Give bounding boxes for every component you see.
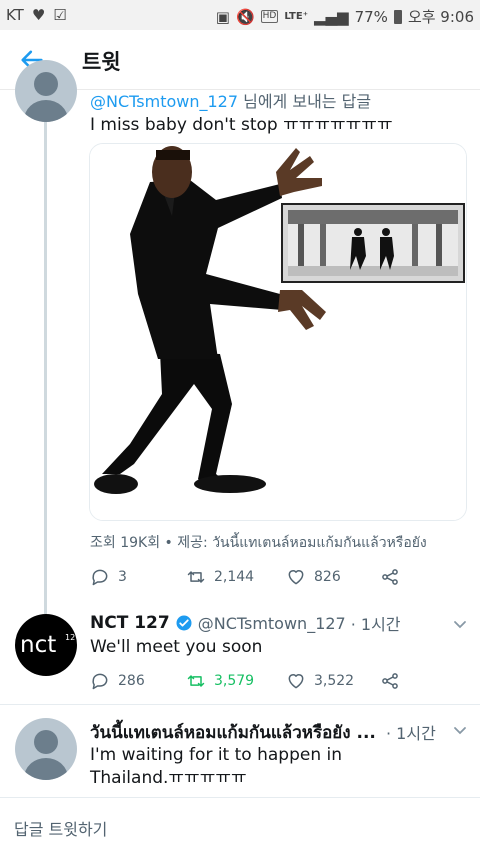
reply-to-suffix: 님에게 보내는 답글 <box>238 92 372 111</box>
verified-icon <box>176 615 192 631</box>
chevron-down-icon[interactable] <box>452 722 468 738</box>
battery-percent: 77% <box>354 7 388 26</box>
clock: 오후 9:06 <box>407 8 474 26</box>
page-title: 트윗 <box>82 50 121 74</box>
share-icon <box>382 673 398 689</box>
signal-icon: ▂▄▆ <box>313 7 349 26</box>
reply-button[interactable]: 286 <box>90 671 186 691</box>
tweet-header: NCT 127 @NCTsmtown_127 · 1시간 <box>90 611 401 635</box>
view-count-line: 조회 19K회 • 제공: วันนี้แทเตนล์หอมแก้มกันแล้… <box>90 535 427 551</box>
author-name[interactable]: NCT 127 <box>90 613 170 633</box>
nct-avatar-text: nct <box>20 632 57 658</box>
chevron-down-icon[interactable] <box>452 616 468 632</box>
author-handle[interactable]: @NCTsmtown_127 <box>198 614 346 633</box>
reply-button[interactable]: 3 <box>90 567 186 587</box>
tweet-media[interactable] <box>89 143 467 521</box>
tweet-header: วันนี้แทเตนล์หอมแก้มกันแล้วหรือยัง ... <box>90 719 376 746</box>
like-icon <box>288 570 304 585</box>
like-button[interactable]: 3,522 <box>286 671 380 691</box>
tweet-text: I miss baby don't stop ㅠㅠㅠㅠㅠㅠㅠ <box>90 115 393 135</box>
reply-count: 3 <box>118 569 127 585</box>
retweet-count: 3,579 <box>214 673 255 689</box>
share-button[interactable] <box>380 671 400 691</box>
video-inset <box>281 203 465 283</box>
retweet-button[interactable]: 3,579 <box>186 671 286 691</box>
hd-badge: HD <box>260 10 279 23</box>
tweet-actions: 286 3,579 3,522 <box>90 669 470 693</box>
like-count: 826 <box>314 569 341 585</box>
share-icon <box>382 569 398 585</box>
reply-to-mention[interactable]: @NCTsmtown_127 <box>90 92 238 111</box>
tweet-time: · 1시간 <box>386 724 436 743</box>
reply-placeholder[interactable]: 답글 트윗하기 <box>14 816 107 840</box>
avatar[interactable] <box>15 718 77 780</box>
mute-icon: 🔇 <box>235 7 255 26</box>
like-icon <box>288 674 304 689</box>
tweet-text: We'll meet you soon <box>90 637 263 657</box>
carrier-label: KT <box>6 6 24 24</box>
avatar[interactable] <box>15 60 77 122</box>
reply-composer[interactable]: 답글 트윗하기 <box>0 800 480 853</box>
nct-avatar[interactable]: nct 127 <box>15 614 81 676</box>
retweet-count: 2,144 <box>214 569 255 585</box>
battery-icon <box>393 9 402 24</box>
reply-count: 286 <box>118 673 145 689</box>
view-count: 조회 19K회 <box>90 535 161 551</box>
nct-avatar-sub: 127 <box>65 633 81 642</box>
thread-line <box>44 118 47 614</box>
tweet-time: · 1시간 <box>350 615 401 634</box>
retweet-icon <box>187 571 205 583</box>
checkbox-icon: ☑ <box>53 6 67 24</box>
tweet-actions: 3 2,144 826 <box>90 565 470 589</box>
reply-icon <box>92 569 108 586</box>
reply-to-label: @NCTsmtown_127 님에게 보내는 답글 <box>90 88 371 112</box>
tweet-text-line1: I'm waiting for it to happen in <box>90 745 343 765</box>
heart-icon: ♥ <box>31 6 46 24</box>
divider <box>0 704 480 705</box>
status-bar: KT ♥ ☑ ▣ 🔇 HD LTE⁺ ▂▄▆ 77% 오후 9:06 <box>0 0 480 30</box>
meme-image <box>90 144 466 520</box>
share-button[interactable] <box>380 567 400 587</box>
divider <box>0 797 480 798</box>
like-button[interactable]: 826 <box>286 567 380 587</box>
reply-icon <box>92 673 108 690</box>
tweet-text-line2: Thailand.ㅠㅠㅠㅠㅠ <box>90 768 247 788</box>
retweet-button[interactable]: 2,144 <box>186 567 286 587</box>
author-name[interactable]: วันนี้แทเตนล์หอมแก้มกันแล้วหรือยัง ... <box>90 719 376 746</box>
retweet-icon <box>187 675 205 687</box>
like-count: 3,522 <box>314 673 355 689</box>
network-label: LTE⁺ <box>284 11 308 22</box>
lock-icon: ▣ <box>215 7 230 26</box>
media-credit[interactable]: 제공: วันนี้แทเตนล์หอมแก้มกันแล้วหรือยัง <box>177 535 427 551</box>
